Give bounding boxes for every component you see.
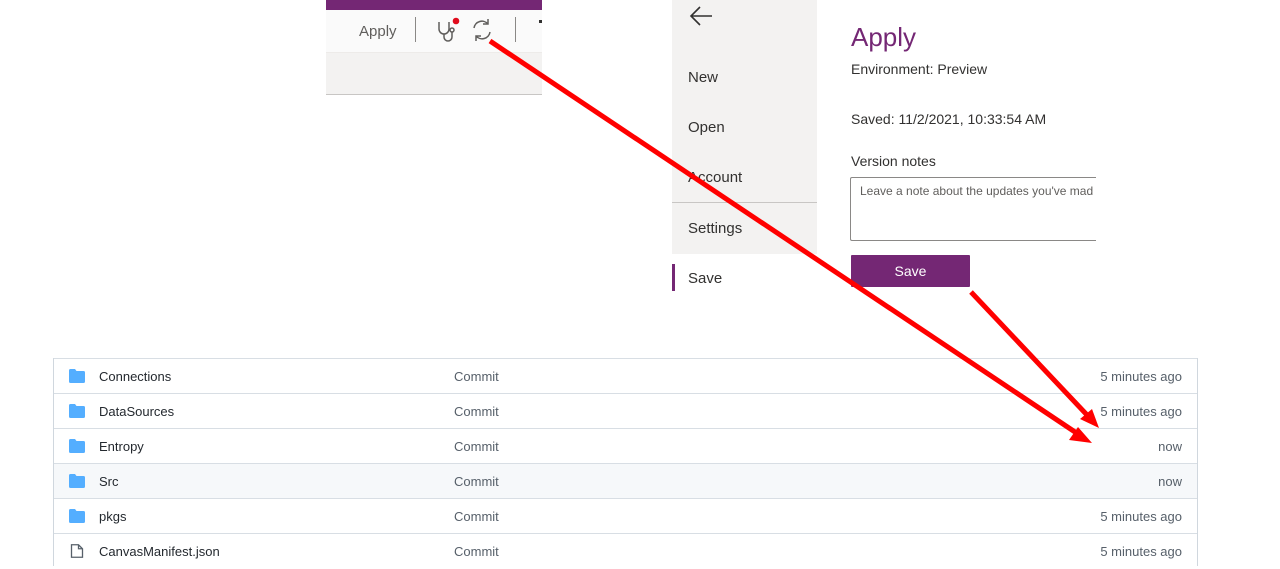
commit-age: 5 minutes ago [1100,404,1182,419]
command-bar: Apply [326,10,542,53]
file-name[interactable]: Src [99,474,119,489]
page-title: Apply [851,22,917,52]
nav-divider [672,202,817,203]
folder-icon [69,509,85,523]
file-name[interactable]: pkgs [99,509,126,524]
file-name[interactable]: CanvasManifest.json [99,544,220,559]
back-arrow-icon[interactable] [688,3,714,29]
file-name[interactable]: Connections [99,369,171,384]
nav-item-open[interactable]: Open [688,119,725,136]
commit-age: 5 minutes ago [1100,369,1182,384]
refresh-icon[interactable] [469,16,495,44]
commit-message[interactable]: Commit [454,369,499,384]
commit-message[interactable]: Commit [454,509,499,524]
nav-item-settings[interactable]: Settings [688,220,742,237]
version-notes-box [850,177,1096,241]
table-row[interactable]: Entropy Commit now [54,428,1197,464]
file-icon [70,544,84,558]
commit-message[interactable]: Commit [454,439,499,454]
commit-age: now [1158,439,1182,454]
folder-icon [69,404,85,418]
table-row[interactable]: CanvasManifest.json Commit 5 minutes ago [54,533,1197,569]
folder-icon [69,439,85,453]
nav-item-new[interactable]: New [688,69,718,86]
toolbar-divider [515,17,516,42]
stethoscope-icon[interactable] [434,16,460,44]
commit-age: 5 minutes ago [1100,544,1182,559]
nav-active-indicator [672,264,675,291]
apply-command[interactable]: Apply [359,23,397,40]
environment-label: Environment: Preview [851,61,988,77]
toolbar-accent-bar [326,0,542,10]
nav-item-save[interactable]: Save [688,270,722,287]
save-button[interactable]: Save [851,255,970,287]
commit-message[interactable]: Commit [454,474,499,489]
nav-item-account[interactable]: Account [688,169,742,186]
table-row[interactable]: pkgs Commit 5 minutes ago [54,498,1197,534]
folder-icon [69,369,85,383]
saved-timestamp: Saved: 11/2/2021, 10:33:54 AM [851,111,1047,127]
table-row[interactable]: Src Commit now [54,463,1197,499]
folder-icon [69,474,85,488]
version-notes-label: Version notes [851,153,936,169]
version-notes-input[interactable] [851,178,1096,236]
file-name[interactable]: DataSources [99,404,174,419]
toolbar-divider [415,17,416,42]
table-row[interactable]: Connections Commit 5 minutes ago [54,358,1197,394]
file-name[interactable]: Entropy [99,439,144,454]
toolbar-overflow-mark [539,20,542,23]
commit-age: 5 minutes ago [1100,509,1182,524]
repo-file-list: Connections Commit 5 minutes ago DataSou… [53,358,1198,566]
table-row[interactable]: DataSources Commit 5 minutes ago [54,393,1197,429]
commit-message[interactable]: Commit [454,544,499,559]
toolbar-crop: Apply [326,0,542,95]
toolbar-lower-strip [326,53,542,94]
notification-dot [452,17,460,25]
commit-message[interactable]: Commit [454,404,499,419]
commit-age: now [1158,474,1182,489]
